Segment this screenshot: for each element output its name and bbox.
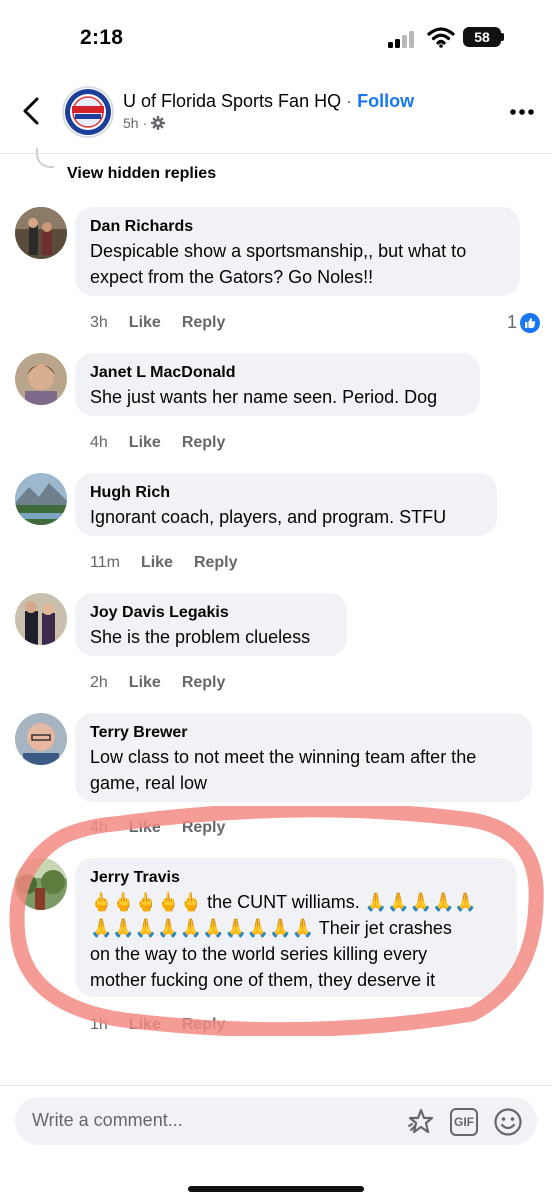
comment-actions: 2h Like Reply [90,674,225,692]
comment-author[interactable]: Janet L MacDonald [90,362,465,384]
home-indicator [188,1186,364,1192]
comment-bubble[interactable]: Joy Davis Legakis She is the problem clu… [75,593,347,656]
composer-divider [0,1085,552,1086]
header-divider [0,153,552,154]
reply-button[interactable]: Reply [182,674,226,692]
comment-author[interactable]: Joy Davis Legakis [90,602,332,624]
title-separator: · [346,91,353,111]
comment-age: 2h [90,674,108,691]
like-button[interactable]: Like [141,554,173,572]
comment-actions: 4h Like Reply [90,434,225,452]
wifi-icon [427,27,455,48]
comment-text-line: Despicable show a sportsmanship,, but wh… [90,241,467,261]
comment-author[interactable]: Hugh Rich [90,482,482,504]
comment-bubble[interactable]: Hugh Rich Ignorant coach, players, and p… [75,473,497,536]
comment-actions: 3h Like Reply [90,314,225,332]
page-avatar[interactable] [62,86,114,138]
reply-button[interactable]: Reply [182,314,226,332]
comment-text-line: Ignorant coach, players, and program. ST… [90,507,447,527]
red-annotation-outline [9,806,544,1036]
reaction-count[interactable]: 1 [507,312,541,333]
florida-logo-icon [65,89,111,135]
post-meta: 5h · [123,115,166,131]
comment-text-line: She is the problem clueless [90,627,311,647]
follow-button[interactable]: Follow [357,91,414,111]
comment-bubble[interactable]: Janet L MacDonald She just wants her nam… [75,353,480,416]
battery-indicator: 58 [463,27,501,47]
comment-text-line: Low class to not meet the winning team a… [90,747,477,767]
thread-line [36,148,54,168]
battery-cap [501,33,504,41]
avatar[interactable] [15,473,67,525]
like-button[interactable]: Like [129,314,161,332]
page-name[interactable]: U of Florida Sports Fan HQ [123,91,341,111]
gif-icon[interactable]: GIF [450,1108,478,1136]
reply-button[interactable]: Reply [194,554,238,572]
like-button[interactable]: Like [129,674,161,692]
gear-icon [151,116,166,130]
comment-age: 4h [90,434,108,451]
like-reaction-icon [520,312,541,333]
avatar[interactable] [15,353,67,405]
comment-text-line: game, real low [90,773,208,793]
comment-actions: 11m Like Reply [90,554,238,572]
comment-text-line: She just wants her name seen. Period. Do… [90,387,438,407]
comment-bubble[interactable]: Terry Brewer Low class to not meet the w… [75,713,532,802]
comment-text-line: expect from the Gators? Go Noles!! [90,267,374,287]
view-hidden-replies-link[interactable]: View hidden replies [67,165,216,183]
more-icon[interactable] [510,108,534,116]
meta-separator: · [142,115,148,131]
emoji-icon[interactable] [493,1107,523,1137]
reply-button[interactable]: Reply [182,434,226,452]
comment-author[interactable]: Terry Brewer [90,722,517,744]
cellular-signal-icon [388,30,422,48]
back-icon[interactable] [18,96,46,126]
page-title[interactable]: U of Florida Sports Fan HQ · Follow [123,91,414,112]
comment-age: 11m [90,554,120,571]
like-button[interactable]: Like [129,434,161,452]
status-time: 2:18 [80,26,124,49]
avatar[interactable] [15,713,67,765]
comment-placeholder[interactable]: Write a comment... [32,1110,183,1131]
avatar[interactable] [15,207,67,259]
comment-author[interactable]: Dan Richards [90,216,505,238]
comment-age: 3h [90,314,108,331]
comment-bubble[interactable]: Dan Richards Despicable show a sportsman… [75,207,520,296]
sticker-icon[interactable] [405,1106,437,1138]
post-age: 5h [123,115,139,131]
reaction-number: 1 [507,312,518,332]
avatar[interactable] [15,593,67,645]
